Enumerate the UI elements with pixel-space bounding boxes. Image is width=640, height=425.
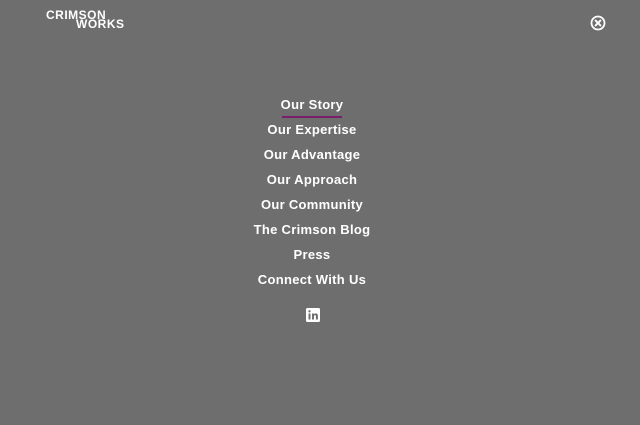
menu-item-our-advantage: Our Advantage (0, 142, 624, 167)
menu-link-our-community[interactable]: Our Community (261, 192, 363, 217)
menu-link-crimson-blog[interactable]: The Crimson Blog (254, 217, 371, 242)
menu-item-our-community: Our Community (0, 192, 624, 217)
menu-item-connect: Connect With Us (0, 267, 624, 292)
menu-link-our-advantage[interactable]: Our Advantage (264, 142, 361, 167)
logo[interactable]: CRIMSON WORKS (46, 9, 130, 33)
linkedin-link[interactable] (305, 307, 321, 323)
logo-line-2: WORKS (76, 17, 125, 31)
main-menu: Our Story Our Expertise Our Advantage Ou… (0, 92, 624, 292)
close-circle-icon (590, 15, 606, 31)
menu-link-our-expertise[interactable]: Our Expertise (267, 117, 356, 142)
menu-item-our-expertise: Our Expertise (0, 117, 624, 142)
menu-link-our-approach[interactable]: Our Approach (267, 167, 358, 192)
menu-link-connect[interactable]: Connect With Us (258, 267, 366, 292)
linkedin-icon (306, 308, 320, 322)
menu-link-our-story[interactable]: Our Story (281, 92, 344, 118)
menu-item-crimson-blog: The Crimson Blog (0, 217, 624, 242)
menu-item-press: Press (0, 242, 624, 267)
menu-link-press[interactable]: Press (294, 242, 331, 267)
menu-item-our-approach: Our Approach (0, 167, 624, 192)
close-menu-button[interactable] (590, 15, 606, 31)
menu-item-our-story: Our Story (0, 92, 624, 118)
